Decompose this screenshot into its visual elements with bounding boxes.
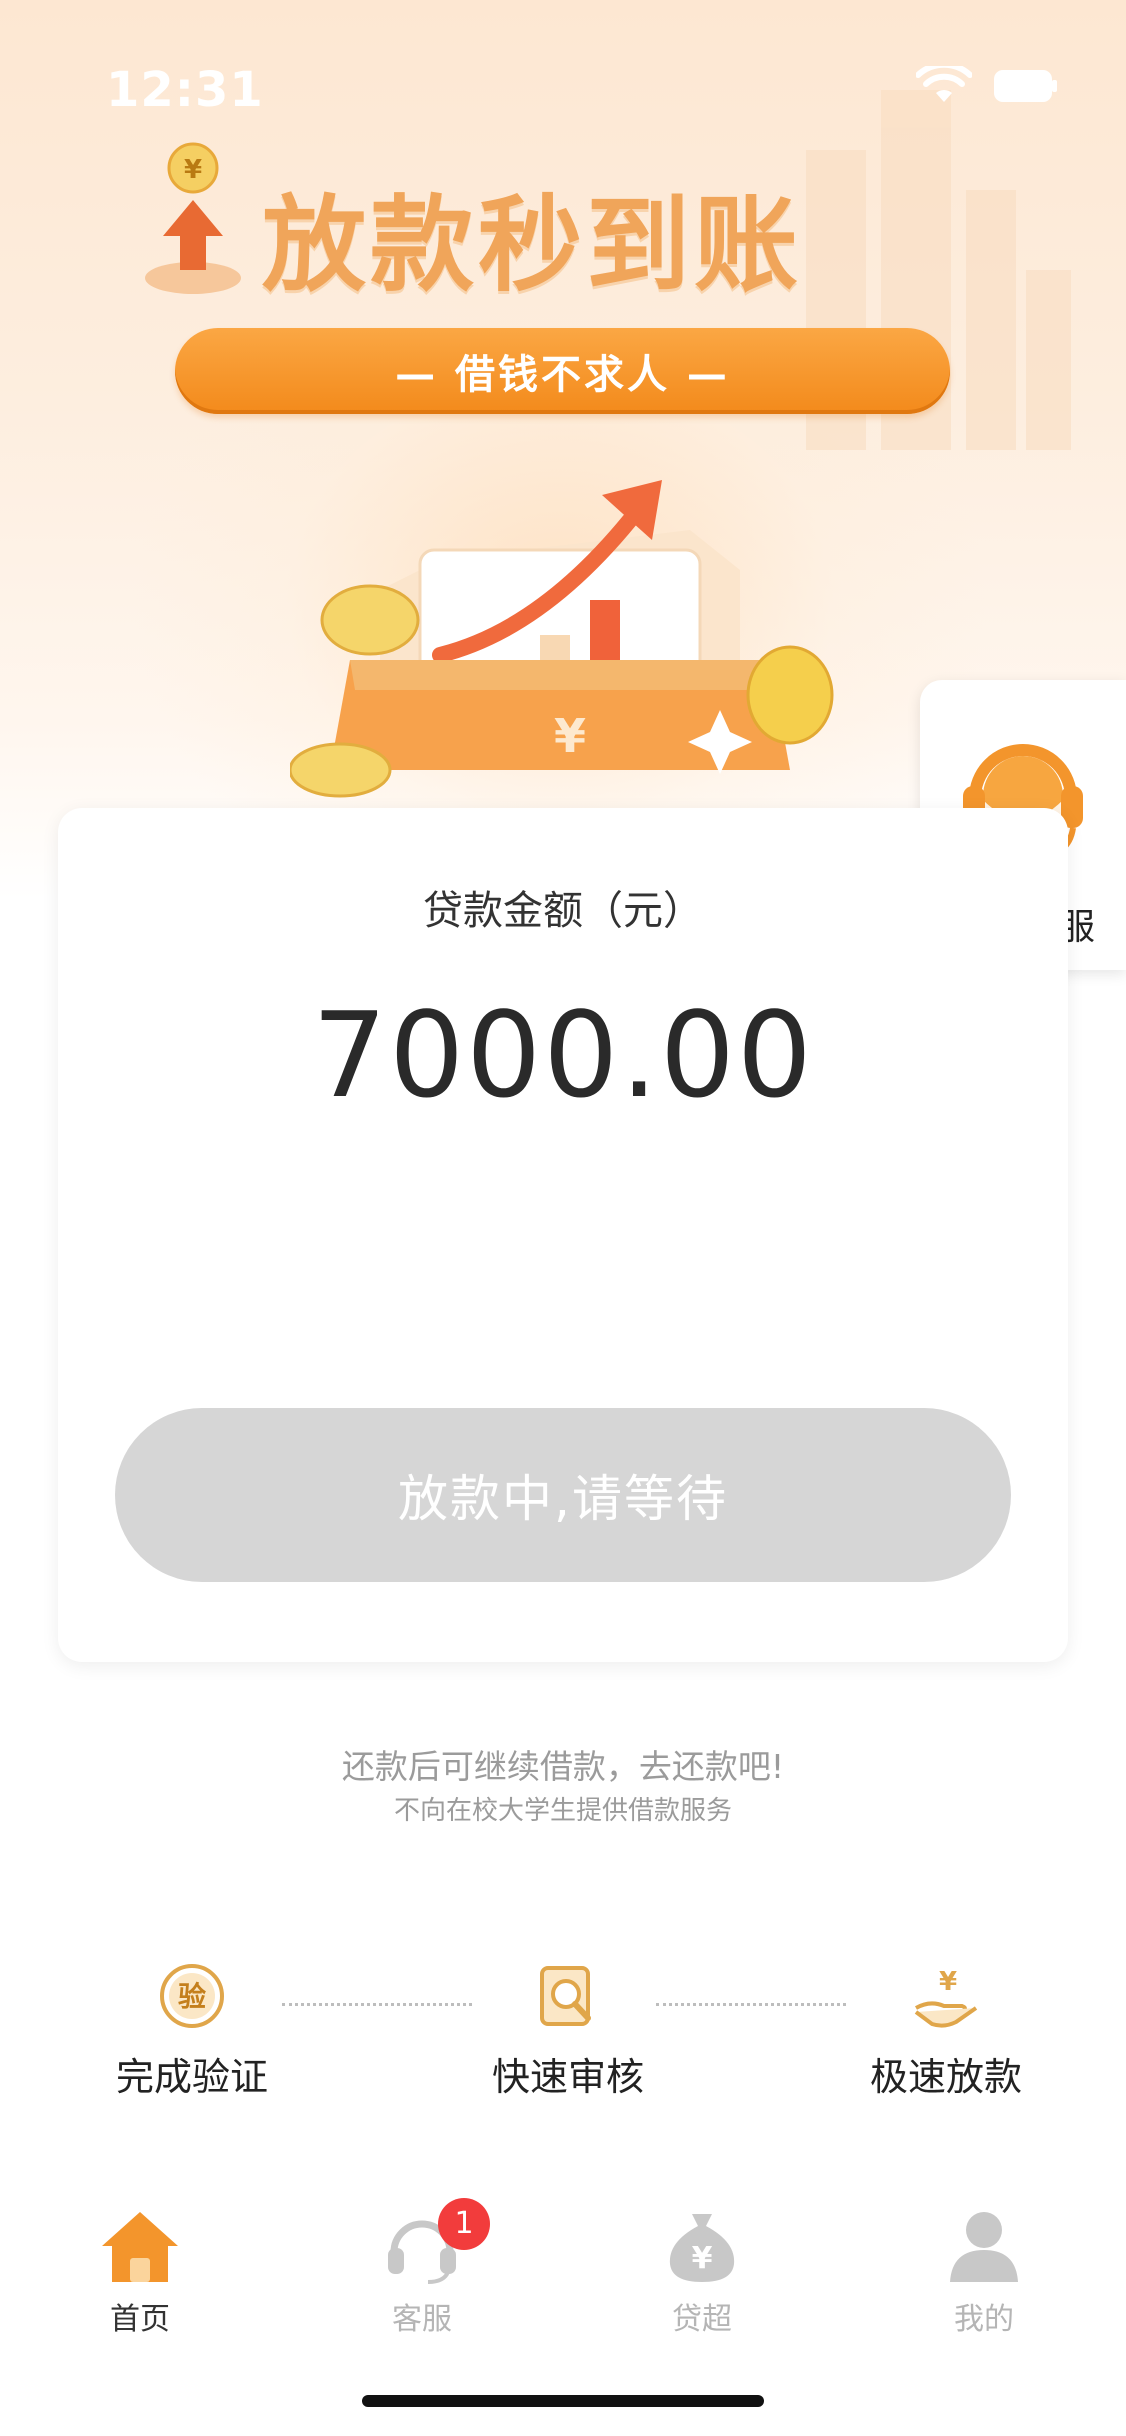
loan-amount-label: 贷款金额（元）: [423, 888, 703, 934]
step-verify: 验 完成验证: [72, 1960, 312, 2101]
home-icon: [102, 2212, 178, 2282]
step-disburse: ¥ 极速放款: [826, 1960, 1066, 2101]
svg-text:¥: ¥: [184, 155, 202, 185]
step-label: 极速放款: [869, 2055, 1022, 2099]
tab-home[interactable]: 首页: [40, 2208, 240, 2338]
loan-amount-value: 7000.00: [312, 986, 814, 1124]
step-label: 快速审核: [491, 2055, 644, 2099]
tab-mine[interactable]: 我的: [884, 2208, 1084, 2338]
home-indicator: [362, 2395, 764, 2407]
tab-customer-service[interactable]: 1 客服: [322, 2198, 522, 2338]
status-bar-time: 12:31: [106, 62, 264, 118]
svg-text:验: 验: [178, 1980, 206, 2013]
svg-text:¥: ¥: [554, 709, 586, 763]
tab-label: 贷超: [672, 2302, 732, 2337]
verify-seal-icon: 验: [160, 1964, 224, 2028]
repay-hint-text[interactable]: 还款后可继续借款，去还款吧!: [0, 1740, 1126, 1788]
disbursing-status-button[interactable]: 放款中,请等待: [115, 1408, 1011, 1582]
tab-label: 首页: [110, 2302, 170, 2337]
step-divider: [656, 2003, 846, 2006]
slogan-banner: — 借钱不求人 —: [175, 328, 950, 414]
tab-loan-market[interactable]: ¥ 贷超: [602, 2208, 802, 2338]
review-magnifier-icon: [540, 1966, 591, 2026]
step-review: 快速审核: [448, 1960, 688, 2101]
unread-badge: 1: [438, 2198, 490, 2250]
money-bag-icon: ¥: [669, 2214, 735, 2282]
user-icon: [950, 2212, 1018, 2282]
hero-title: 放款秒到账: [262, 184, 803, 306]
coin-arrow-badge-icon: ¥: [145, 142, 241, 294]
step-label: 完成验证: [115, 2055, 268, 2099]
student-disclaimer-text: 不向在校大学生提供借款服务: [393, 1796, 732, 1826]
battery-icon: [994, 70, 1057, 102]
step-divider: [282, 2003, 472, 2006]
slogan-text: — 借钱不求人 —: [395, 352, 730, 398]
svg-text:¥: ¥: [692, 2241, 713, 2276]
hand-money-icon: ¥: [914, 1967, 978, 2028]
loan-card: 贷款金额（元） 7000.00 放款中,请等待: [58, 808, 1068, 1662]
svg-text:¥: ¥: [939, 1967, 957, 1997]
tab-label: 我的: [954, 2302, 1014, 2337]
wallet-growth-illustration: ¥: [290, 480, 834, 798]
tab-label: 客服: [392, 2302, 452, 2337]
wifi-icon: [916, 66, 972, 102]
